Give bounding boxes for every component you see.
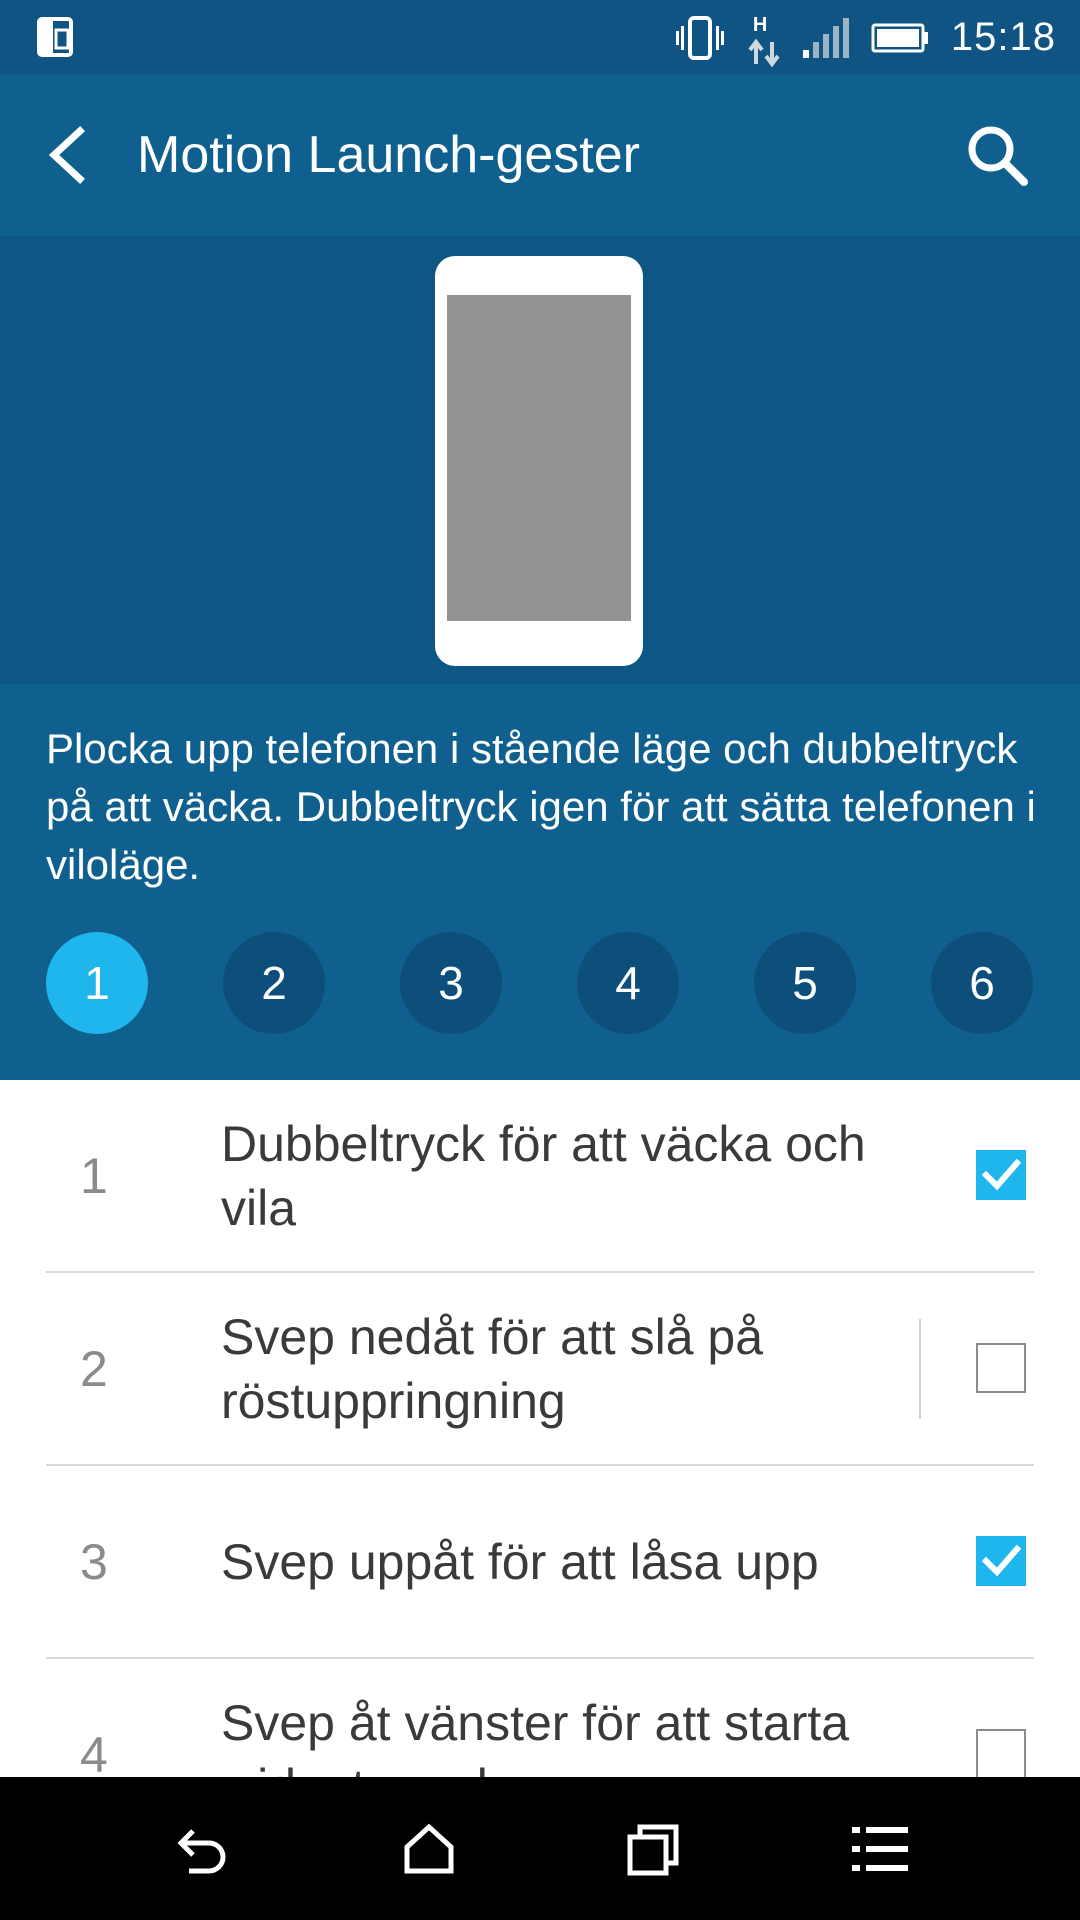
step-6-button[interactable]: 6 bbox=[931, 932, 1033, 1034]
status-bar: H 15:18 bbox=[0, 0, 1080, 75]
recent-apps-icon[interactable] bbox=[622, 1817, 686, 1881]
gesture-1-checkbox[interactable] bbox=[976, 1150, 1026, 1200]
list-item[interactable]: 1 Dubbeltryck för att väcka och vila bbox=[46, 1080, 1034, 1273]
step-5-button[interactable]: 5 bbox=[754, 932, 856, 1034]
search-icon[interactable] bbox=[964, 122, 1030, 188]
phone-illustration bbox=[435, 256, 643, 666]
list-item-number: 4 bbox=[80, 1726, 108, 1778]
gesture-4-checkbox[interactable] bbox=[976, 1729, 1026, 1777]
gesture-description: Plocka upp telefonen i stående läge och … bbox=[46, 725, 1036, 888]
vibrate-icon bbox=[675, 15, 724, 60]
list-item[interactable]: 3 Svep uppåt för att låsa upp bbox=[46, 1466, 1034, 1659]
gesture-2-checkbox[interactable] bbox=[976, 1343, 1026, 1393]
page-title: Motion Launch-gester bbox=[137, 126, 640, 184]
list-item[interactable]: 4 Svep åt vänster för att starta widgetp… bbox=[46, 1659, 1034, 1777]
list-item-number: 2 bbox=[80, 1340, 108, 1397]
battery-icon bbox=[871, 23, 928, 52]
back-icon[interactable] bbox=[171, 1817, 235, 1881]
step-2-button[interactable]: 2 bbox=[223, 932, 325, 1034]
phone-screen bbox=[447, 295, 631, 621]
step-indicator: 1 2 3 4 5 6 bbox=[46, 932, 1034, 1034]
step-4-button[interactable]: 4 bbox=[577, 932, 679, 1034]
list-item-number: 1 bbox=[80, 1147, 108, 1204]
step-3-button[interactable]: 3 bbox=[400, 932, 502, 1034]
list-item-label: Svep uppåt för att låsa upp bbox=[221, 1533, 819, 1590]
list-item[interactable]: 2 Svep nedåt för att slå på röstuppringn… bbox=[46, 1273, 1034, 1466]
home-icon[interactable] bbox=[397, 1817, 461, 1881]
menu-icon[interactable] bbox=[848, 1817, 912, 1881]
checkmark-icon bbox=[981, 1158, 1022, 1191]
step-1-button[interactable]: 1 bbox=[46, 932, 148, 1034]
list-item-label: Dubbeltryck för att väcka och vila bbox=[221, 1115, 866, 1236]
gesture-list: 1 Dubbeltryck för att väcka och vila 2 S… bbox=[0, 1080, 1080, 1777]
navigation-bar bbox=[0, 1777, 1080, 1920]
status-time: 15:18 bbox=[950, 15, 1056, 59]
network-type: H bbox=[752, 13, 768, 36]
app-bar: Motion Launch-gester bbox=[0, 75, 1080, 236]
data-arrows-icon: H bbox=[747, 8, 781, 68]
list-item-label: Svep nedåt för att slå på röstuppringnin… bbox=[221, 1308, 764, 1429]
description-panel: Plocka upp telefonen i stående läge och … bbox=[0, 684, 1080, 1080]
signal-icon bbox=[802, 17, 849, 58]
row-divider bbox=[919, 1319, 921, 1419]
list-item-label: Svep åt vänster för att starta widgetpan… bbox=[221, 1694, 850, 1778]
checkmark-icon bbox=[981, 1544, 1022, 1577]
gesture-illustration bbox=[0, 236, 1080, 684]
list-item-number: 3 bbox=[80, 1533, 108, 1590]
back-arrow-icon[interactable] bbox=[38, 123, 98, 187]
gesture-3-checkbox[interactable] bbox=[976, 1536, 1026, 1586]
screen-mirror-icon bbox=[37, 17, 73, 57]
